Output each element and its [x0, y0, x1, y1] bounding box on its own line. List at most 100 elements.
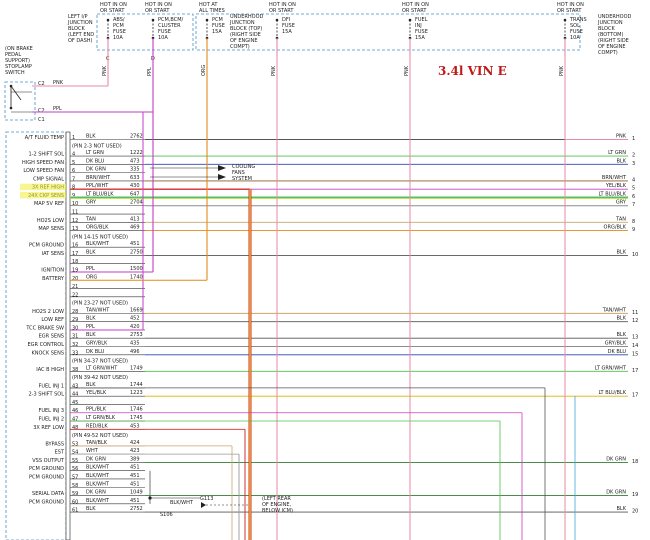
circuit-number: 2750 [130, 249, 143, 255]
circuit-number: 451 [130, 481, 140, 487]
pin-function-label: MAP 5V REF [34, 201, 64, 207]
wire-color-label: GRY/BLK [86, 341, 108, 347]
pin-function-label: BYPASS [45, 441, 64, 447]
pcm-pin-row: IAC B HIGH 38 LT GRN/WHT 1749 LT GRN/WHT 17 [36, 365, 638, 374]
pin-number: 13 [72, 226, 78, 232]
circuit-number: 1744 [130, 382, 143, 388]
pin-function-label: PCM GROUND [29, 499, 64, 505]
wire-color-label: WHT [86, 448, 99, 454]
pin-number: 5 [72, 160, 75, 166]
svg-text:G113: G113 [200, 496, 213, 502]
pcm-pin-row: PCM GROUND 57 BLK/WHT 451 [29, 473, 145, 480]
svg-text:SWITCH: SWITCH [5, 70, 25, 76]
pin-note: (PIN 39-42 NOT USED) [72, 375, 128, 381]
circuit-number: 2753 [130, 332, 143, 338]
pin-number: 30 [72, 325, 78, 331]
wire-color-label: DK BLU [86, 349, 105, 355]
pcm-pin-row: A/T FLUID TEMP 1 BLK 2762 PNK 1 [25, 134, 635, 143]
wire-color-label: ORG/BLK [86, 225, 109, 231]
wire-color-label: PPL/BLK [86, 407, 107, 413]
circuit-number: 633 [130, 175, 140, 181]
wire-color-label: BLK/WHT [86, 498, 110, 504]
svg-text:BLK/WHT: BLK/WHT [170, 500, 194, 506]
pin-number: 48 [72, 425, 78, 431]
wire-color-label: BLK [86, 249, 96, 255]
wire-right-label: PNK [616, 134, 627, 140]
pin-number: 46 [72, 408, 78, 414]
pin-number: 57 [72, 474, 78, 480]
pcm-pin-row: MAP 5V REF 10 GRY 2704 GRY 7 [34, 200, 635, 209]
connector-pin-number: 14 [632, 343, 638, 349]
pcm-pin-rows: A/T FLUID TEMP 1 BLK 2762 PNK 1 (PIN 2-3 NOT U… [20, 134, 638, 515]
wire-right-label: BRN/WHT [602, 175, 627, 181]
pcm-pin-row: PCM GROUND 56 BLK/WHT 451 [29, 465, 145, 472]
circuit-number: 424 [130, 440, 140, 446]
pin-function-label: BATTERY [42, 276, 65, 282]
pin-number: 47 [72, 417, 78, 423]
pin-number: 7 [72, 176, 75, 182]
pcm-pin-row: CMP SIGNAL 7 BRN/WHT 633 BRN/WHT 4 [33, 175, 635, 184]
wire-color-label: TAN/WHT [85, 307, 110, 313]
pcm-pin-row: (PIN 49-52 NOT USED) [72, 433, 128, 439]
circuit-number: 451 [130, 465, 140, 471]
wire-color-label: DK BLU [86, 158, 105, 164]
svg-text:PPL: PPL [53, 106, 62, 112]
uh-bot-label-7: COMPT) [598, 50, 618, 56]
pcm-pin-row: 61 BLK 2752 BLK 20 [70, 506, 638, 515]
pin-note: (PIN 34-37 NOT USED) [72, 359, 128, 365]
pin-number: 21 [72, 284, 78, 290]
pin-note: (PIN 2-3 NOT USED) [72, 143, 122, 149]
svg-text:PNK: PNK [53, 80, 64, 86]
pcm-pin-row: KNOCK SENS 33 DK BLU 496 DK BLU 15 [31, 349, 638, 358]
wire-color-label: LT GRN/BLK [86, 415, 116, 421]
connector-pin-number: 19 [632, 492, 638, 498]
circuit-number: 1223 [130, 390, 143, 396]
pin-function-label: 3X REF LOW [33, 425, 64, 431]
pcm-pin-row: (PIN 14-15 NOT USED) [72, 234, 128, 240]
wire-right-label: BLK [617, 332, 627, 338]
svg-text:C1: C1 [38, 117, 45, 123]
pcm-pin-row: VSS OUTPUT 55 DK GRN 389 DK GRN 18 [32, 456, 638, 465]
connector-pin-number: 6 [632, 194, 635, 200]
circuit-number: 413 [130, 216, 140, 222]
svg-text:BELOW ICM): BELOW ICM) [262, 508, 293, 514]
wire-color-label: PPL [86, 266, 95, 272]
svg-text:C2: C2 [38, 108, 45, 114]
wire-right-label: BLK [617, 249, 627, 255]
circuit-number: 2762 [130, 134, 143, 140]
pin-function-label: IGNITION [41, 267, 64, 273]
pin-number: 6 [72, 168, 75, 174]
connector-pin-number: 11 [632, 310, 638, 316]
pin-number: 4 [72, 152, 75, 158]
connector-pin-number: 7 [632, 202, 635, 208]
pin-number: 60 [72, 499, 78, 505]
wire-right-label: DK GRN [606, 456, 626, 462]
connector-pin-number: 5 [632, 186, 635, 192]
fuse-wire-label: PNK [271, 65, 277, 76]
circuit-number: 1746 [130, 407, 143, 413]
wire-color-label: BLK/WHT [86, 473, 110, 479]
wiring-diagram: 3.4l VIN E LEFT I/P JUNCTION BLOCK (LEFT… [4, 2, 638, 540]
circuit-number: 423 [130, 448, 140, 454]
pin-function-label: FUEL INJ 3 [38, 408, 64, 414]
pin-number: 43 [72, 383, 78, 389]
pin-number: 61 [72, 508, 78, 514]
wire-right-label: DK BLU [608, 349, 627, 355]
circuit-number: 2752 [130, 506, 143, 512]
wire-color-label: DK GRN [86, 167, 106, 173]
highlight-24x-ckp [20, 191, 66, 199]
wire-right-label: YEL/BLK [605, 183, 627, 189]
fuse-name-text: 15A [282, 29, 292, 35]
pin-note: (PIN 14-15 NOT USED) [72, 234, 128, 240]
pcm-pin-row: LOW REF 29 BLK 452 BLK 12 [41, 316, 638, 325]
wire-color-label: BLK/WHT [86, 481, 110, 487]
fuse-wire-label: ORG [201, 65, 207, 76]
pin-number: 53 [72, 441, 78, 447]
fuse-wire-label: PPL [147, 67, 153, 76]
pcm-pin-row: (PIN 34-37 NOT USED) [72, 359, 128, 365]
circuit-number: 435 [130, 341, 140, 347]
pcm-pin-row: 11 [70, 210, 145, 216]
pin-function-label: HIGH SPEED FAN [22, 160, 64, 166]
fuse-2: HOT ATALL TIMESPCMFUSE15AORG [199, 2, 225, 76]
wire-color-label: PPL/WHT [86, 183, 109, 189]
